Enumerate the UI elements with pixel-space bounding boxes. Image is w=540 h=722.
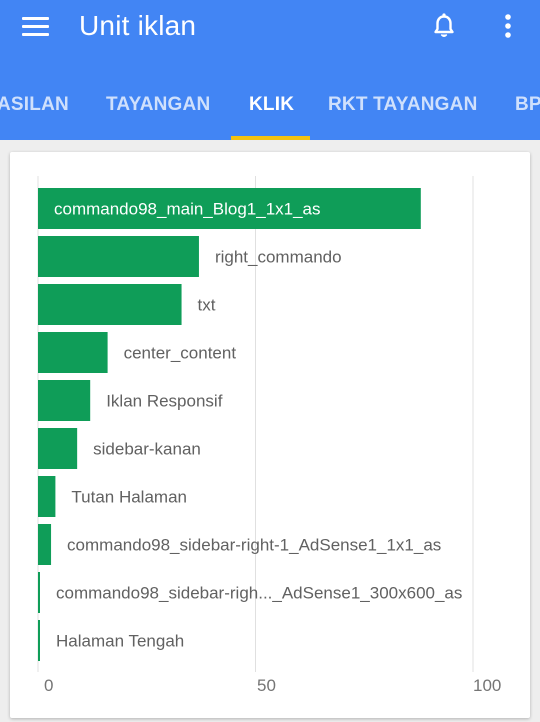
x-tick-label: 0 — [44, 676, 53, 695]
active-tab-indicator — [231, 136, 310, 140]
bar — [38, 236, 199, 277]
bar-label: commando98_main_Blog1_1x1_as — [54, 200, 321, 219]
bar-label: right_commando — [215, 248, 342, 267]
tab-tayangan[interactable]: TAYANGAN — [106, 94, 210, 116]
bar-label: txt — [198, 296, 216, 315]
bar-label: center_content — [124, 344, 237, 363]
x-tick-label: 100 — [473, 676, 501, 695]
bar-label: commando98_sidebar-righ..._AdSense1_300x… — [56, 584, 462, 603]
bar-label: commando98_sidebar-right-1_AdSense1_1x1_… — [67, 536, 441, 555]
bell-icon[interactable] — [428, 10, 460, 42]
tab-bar: ASILAN TAYANGAN KLIK RKT TAYANGAN BP — [0, 80, 540, 140]
menu-icon[interactable] — [20, 13, 52, 41]
tab-rkt-tayangan[interactable]: RKT TAYANGAN — [328, 94, 478, 116]
tab-penghasilan[interactable]: ASILAN — [0, 94, 69, 116]
bar-label: Tutan Halaman — [71, 488, 187, 507]
bar — [38, 524, 52, 565]
bar — [38, 380, 91, 421]
more-vert-icon[interactable] — [496, 10, 520, 42]
bar — [38, 572, 40, 613]
bar — [38, 476, 56, 517]
bar-label: Iklan Responsif — [106, 392, 223, 411]
bar — [38, 284, 182, 325]
bar — [38, 620, 40, 661]
tab-bpk[interactable]: BP — [515, 94, 540, 116]
bar — [38, 332, 108, 373]
bar-label: Halaman Tengah — [56, 632, 184, 651]
bar-chart: commando98_main_Blog1_1x1_as right_comman… — [37, 176, 501, 695]
tab-klik[interactable]: KLIK — [249, 94, 294, 116]
x-tick-label: 50 — [257, 676, 276, 695]
bar — [38, 428, 78, 469]
bar-label: sidebar-kanan — [93, 440, 201, 459]
app-bar: Unit iklan ASILAN TAYANGAN KLIK RKT TAYA… — [0, 0, 540, 140]
toolbar: Unit iklan — [0, 0, 540, 56]
chart-card: commando98_main_Blog1_1x1_as right_comman… — [10, 152, 530, 718]
page-title: Unit iklan — [79, 10, 197, 41]
